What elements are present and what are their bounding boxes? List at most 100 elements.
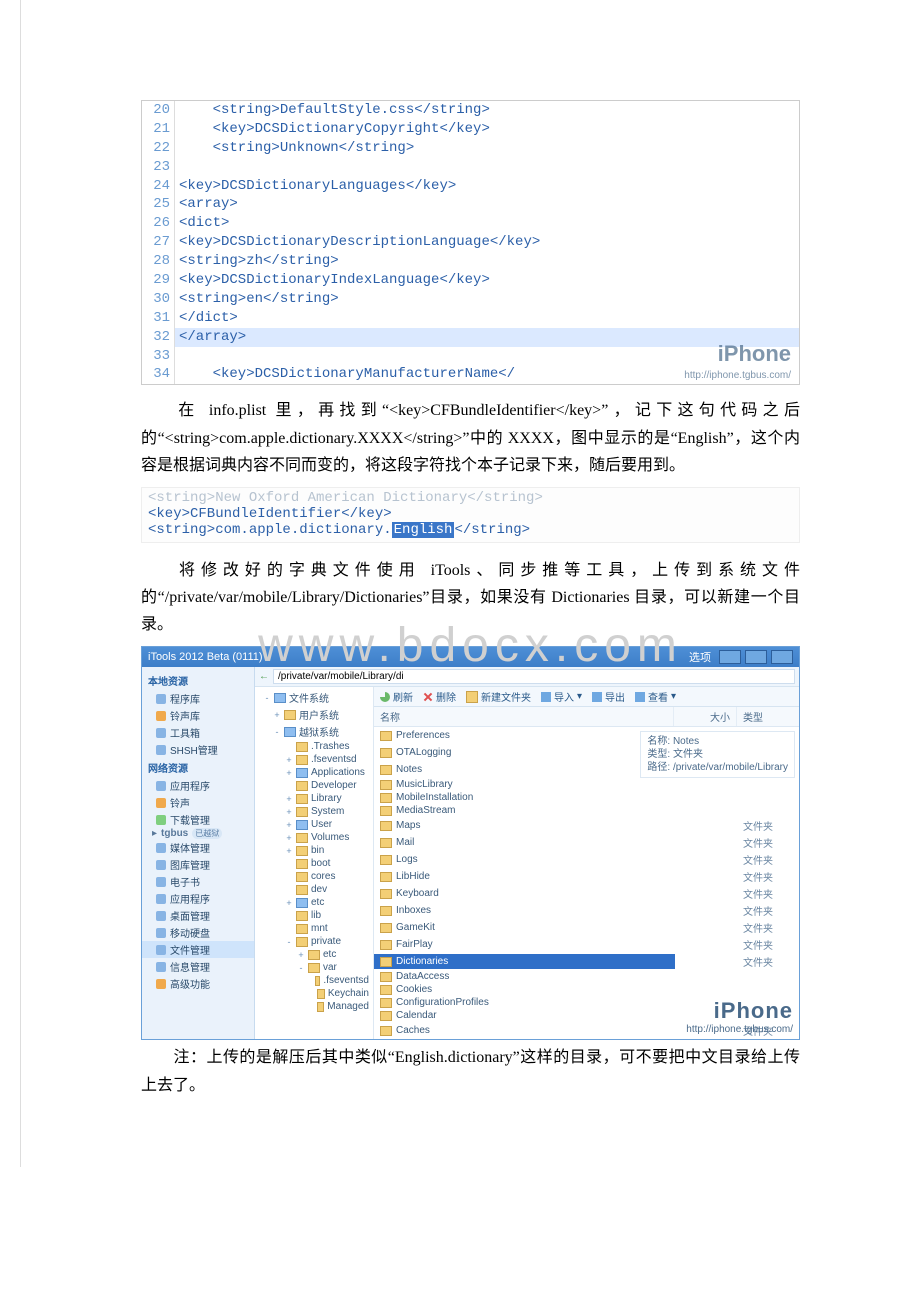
tree-node[interactable]: +Applications (255, 766, 373, 779)
file-type: 文件夹 (737, 1023, 799, 1038)
sidebar-item[interactable]: 铃声库 (142, 707, 254, 724)
sidebar-icon (156, 694, 166, 704)
sidebar-device[interactable]: ▸ tgbus已越狱 (142, 828, 254, 839)
delete-button[interactable]: 删除 (423, 689, 456, 704)
sidebar-icon (156, 962, 166, 972)
file-name: MobileInstallation (396, 792, 473, 803)
tree-node[interactable]: Managed (255, 1000, 373, 1013)
sidebar-item[interactable]: 媒体管理 (142, 839, 254, 856)
refresh-button[interactable]: 刷新 (380, 689, 413, 704)
tree-label: 越狱系统 (299, 724, 339, 739)
tree-label: Library (311, 793, 342, 804)
file-row[interactable]: MusicLibrary (374, 778, 799, 791)
tree-node[interactable]: +用户系统 (255, 706, 373, 723)
sidebar-item[interactable]: 应用程序 (142, 777, 254, 794)
options-label[interactable]: 选项 (689, 649, 711, 665)
folder-icon (274, 693, 286, 703)
tree-label: var (323, 962, 337, 973)
tree-node[interactable]: cores (255, 870, 373, 883)
sidebar-item[interactable]: 程序库 (142, 690, 254, 707)
file-type (737, 971, 799, 982)
tree-node[interactable]: dev (255, 883, 373, 896)
tree-node[interactable]: .fseventsd (255, 974, 373, 987)
sidebar-item[interactable]: 下载管理 (142, 811, 254, 828)
file-row[interactable]: Maps文件夹 (374, 817, 799, 834)
titlebar: iTools 2012 Beta (0111) 选项 (142, 647, 799, 667)
tree-node[interactable]: -var (255, 961, 373, 974)
sidebar-head-local: 本地资源 (142, 671, 254, 690)
col-size[interactable]: 大小 (674, 707, 737, 726)
file-row[interactable]: Cookies (374, 983, 799, 996)
folder-icon (296, 781, 308, 791)
file-row[interactable]: DataAccess (374, 970, 799, 983)
tree-node[interactable]: +Volumes (255, 831, 373, 844)
folder-icon (380, 872, 392, 882)
sidebar-item-label: 信息管理 (170, 959, 210, 974)
window-controls[interactable] (719, 650, 793, 664)
sidebar-item[interactable]: 铃声 (142, 794, 254, 811)
sidebar-item[interactable]: 信息管理 (142, 958, 254, 975)
tree-node[interactable]: +Library (255, 792, 373, 805)
file-type: 文件夹 (737, 954, 799, 969)
folder-icon (380, 1026, 392, 1036)
file-row[interactable]: MediaStream (374, 804, 799, 817)
file-row[interactable]: Keyboard文件夹 (374, 885, 799, 902)
tree-node[interactable]: -越狱系统 (255, 723, 373, 740)
path-input[interactable] (273, 669, 795, 684)
file-row[interactable]: ConfigurationProfiles (374, 996, 799, 1009)
tree-node[interactable]: -private (255, 935, 373, 948)
col-type[interactable]: 类型 (737, 707, 799, 726)
tree-node[interactable]: +.fseventsd (255, 753, 373, 766)
back-button[interactable]: ← (259, 671, 269, 682)
file-row[interactable]: Inboxes文件夹 (374, 902, 799, 919)
sidebar-item[interactable]: SHSH管理 (142, 741, 254, 758)
file-row[interactable]: Caches文件夹 (374, 1022, 799, 1039)
refresh-label: 刷新 (393, 689, 413, 704)
tree-node[interactable]: .Trashes (255, 740, 373, 753)
folder-icon (380, 731, 392, 741)
sidebar-item-label: 应用程序 (170, 891, 210, 906)
sidebar-item-label: 媒体管理 (170, 840, 210, 855)
tree-node[interactable]: boot (255, 857, 373, 870)
tree-node[interactable]: +etc (255, 948, 373, 961)
sidebar-icon (156, 745, 166, 755)
sidebar-item[interactable]: 电子书 (142, 873, 254, 890)
tree-node[interactable]: lib (255, 909, 373, 922)
sidebar-item[interactable]: 应用程序 (142, 890, 254, 907)
tree-node[interactable]: +User (255, 818, 373, 831)
file-row[interactable]: Mail文件夹 (374, 834, 799, 851)
sidebar-item[interactable]: 桌面管理 (142, 907, 254, 924)
sidebar-item[interactable]: 文件管理 (142, 941, 254, 958)
folder-icon (317, 1002, 325, 1012)
newfolder-button[interactable]: 新建文件夹 (466, 689, 531, 704)
tree-node[interactable]: Keychain (255, 987, 373, 1000)
sidebar-icon (156, 728, 166, 738)
sidebar-item[interactable]: 工具箱 (142, 724, 254, 741)
folder-tree[interactable]: -文件系统+用户系统-越狱系统.Trashes+.fseventsd+Appli… (255, 687, 374, 1039)
tree-node[interactable]: -文件系统 (255, 689, 373, 706)
file-row[interactable]: GameKit文件夹 (374, 919, 799, 936)
tree-node[interactable]: mnt (255, 922, 373, 935)
file-row[interactable]: MobileInstallation (374, 791, 799, 804)
file-row[interactable]: Logs文件夹 (374, 851, 799, 868)
import-button[interactable]: 导入 ▾ (541, 689, 582, 704)
sidebar-item[interactable]: 移动硬盘 (142, 924, 254, 941)
file-row[interactable]: Dictionaries文件夹 (374, 953, 799, 970)
file-row[interactable]: LibHide文件夹 (374, 868, 799, 885)
tree-node[interactable]: +System (255, 805, 373, 818)
file-row[interactable]: FairPlay文件夹 (374, 936, 799, 953)
file-row[interactable]: Calendar (374, 1009, 799, 1022)
tree-node[interactable]: Developer (255, 779, 373, 792)
sidebar-item[interactable]: 图库管理 (142, 856, 254, 873)
sidebar-icon (156, 711, 166, 721)
newfolder-label: 新建文件夹 (481, 689, 531, 704)
export-button[interactable]: 导出 (592, 689, 625, 704)
view-button[interactable]: 查看 ▾ (635, 689, 676, 704)
sidebar-item[interactable]: 高级功能 (142, 975, 254, 992)
col-name[interactable]: 名称 (374, 707, 674, 726)
file-type (737, 1010, 799, 1021)
tree-node[interactable]: +etc (255, 896, 373, 909)
file-type: 文件夹 (737, 818, 799, 833)
tree-node[interactable]: +bin (255, 844, 373, 857)
sidebar-icon (156, 860, 166, 870)
